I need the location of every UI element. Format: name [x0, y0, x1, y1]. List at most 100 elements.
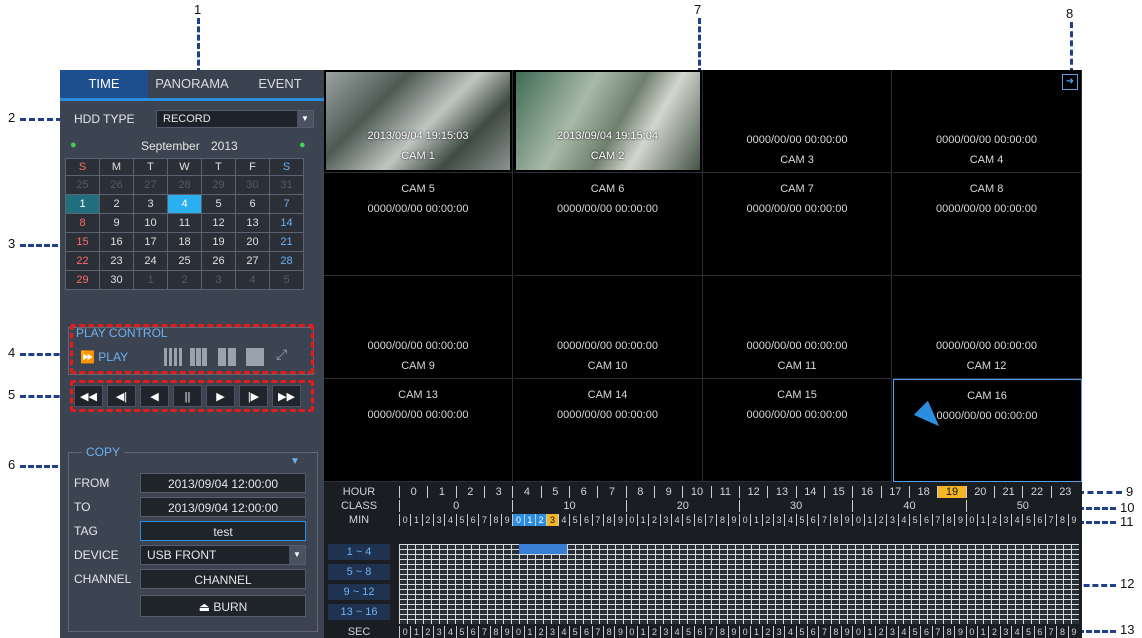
minute-cell[interactable]: 7 [818, 514, 829, 526]
second-cell[interactable]: 3 [659, 626, 671, 638]
tab-panorama[interactable]: PANORAMA [148, 70, 236, 98]
play-button[interactable]: ⏩ PLAY [80, 350, 128, 364]
second-cell[interactable]: 1 [863, 626, 875, 638]
calendar-day[interactable]: 30 [235, 175, 270, 195]
second-cell[interactable]: 5 [1022, 626, 1033, 638]
hour-cell[interactable]: 0 [399, 486, 427, 498]
tab-event[interactable]: EVENT [236, 70, 324, 98]
minute-cell[interactable]: 5 [795, 514, 807, 526]
hour-cell[interactable]: 7 [597, 486, 625, 498]
second-cell[interactable]: 7 [1045, 626, 1056, 638]
second-cell[interactable]: 4 [897, 626, 909, 638]
tag-input[interactable]: test [140, 521, 306, 541]
calendar-day[interactable]: 2 [167, 270, 202, 290]
second-cell[interactable]: 4 [557, 626, 569, 638]
minute-cell[interactable]: 5 [569, 514, 580, 526]
second-cell[interactable]: 3 [433, 626, 444, 638]
tab-time[interactable]: TIME [60, 70, 148, 98]
second-cell[interactable]: 7 [591, 626, 603, 638]
hour-cell[interactable]: 16 [852, 486, 880, 498]
minute-cell[interactable]: 4 [557, 514, 569, 526]
calendar-day[interactable]: 3 [133, 194, 168, 214]
minute-cell[interactable]: 2 [535, 514, 547, 526]
second-cell[interactable]: 9 [1067, 626, 1079, 638]
second-cell[interactable]: 4 [784, 626, 795, 638]
calendar-day[interactable]: 29 [201, 175, 236, 195]
hour-cell[interactable]: 6 [569, 486, 597, 498]
calendar-day[interactable]: 5 [269, 270, 304, 290]
layout-16-icon[interactable] [164, 348, 182, 366]
camera-cell[interactable]: 0000/00/00 00:00:00 CAM 3 [703, 70, 892, 173]
second-cell[interactable]: 9 [727, 626, 739, 638]
second-cell[interactable]: 2 [421, 626, 433, 638]
minute-cell[interactable]: 8 [943, 514, 954, 526]
second-cell[interactable]: 6 [920, 626, 931, 638]
camera-cell[interactable]: CAM 7 0000/00/00 00:00:00 [703, 173, 892, 276]
second-cell[interactable]: 8 [1056, 626, 1067, 638]
step-forward-button[interactable]: |▶ [239, 385, 268, 407]
calendar-day[interactable]: 16 [99, 232, 134, 252]
hour-cell[interactable]: 19 [937, 486, 966, 498]
from-field[interactable]: 2013/09/04 12:00:00 [140, 473, 306, 493]
calendar-day[interactable]: 28 [269, 251, 304, 271]
second-cell[interactable]: 2 [535, 626, 546, 638]
burn-button[interactable]: ⏏ BURN [140, 595, 306, 617]
recording-grid[interactable] [399, 544, 1079, 624]
second-cell[interactable]: 8 [829, 626, 841, 638]
hour-cell[interactable]: 22 [1022, 486, 1050, 498]
second-cell[interactable]: 6 [1033, 626, 1045, 638]
calendar-day[interactable]: 19 [201, 232, 236, 252]
minute-cell[interactable]: 6 [467, 514, 478, 526]
calendar-day[interactable]: 27 [133, 175, 168, 195]
minute-cell[interactable]: 1 [410, 514, 421, 526]
minute-cell[interactable]: 7 [478, 514, 489, 526]
calendar-day[interactable]: 22 [65, 251, 100, 271]
second-cell[interactable]: 7 [478, 626, 489, 638]
minute-cell[interactable]: 3 [886, 514, 897, 526]
minute-cell[interactable]: 1 [750, 514, 761, 526]
second-cell[interactable]: 0 [965, 626, 977, 638]
minute-cell[interactable]: 2 [875, 514, 886, 526]
calendar-day[interactable]: 26 [99, 175, 134, 195]
hour-cell[interactable]: 8 [625, 486, 654, 498]
minute-cell[interactable]: 9 [841, 514, 852, 526]
second-cell[interactable]: 1 [750, 626, 761, 638]
fast-forward-button[interactable]: ▶▶ [272, 385, 301, 407]
minute-cell[interactable]: 7 [1045, 514, 1056, 526]
channel-group-label[interactable]: 5 ~ 8 [328, 564, 390, 580]
camera-cell[interactable]: 2013/09/04 19:15:03 CAM 1 [324, 70, 513, 173]
class-cell[interactable]: 30 [739, 500, 852, 512]
minute-cell[interactable]: 7 [705, 514, 716, 526]
minute-cell[interactable]: 5 [455, 514, 467, 526]
hour-cell[interactable]: 1 [427, 486, 455, 498]
minute-cell[interactable]: 6 [807, 514, 818, 526]
class-cell[interactable]: 20 [625, 500, 739, 512]
calendar-day[interactable]: 3 [201, 270, 236, 290]
calendar-day[interactable]: 29 [65, 270, 100, 290]
minute-cell[interactable]: 9 [727, 514, 739, 526]
step-back-button[interactable]: ◀| [107, 385, 136, 407]
calendar-day[interactable]: 12 [201, 213, 236, 233]
second-cell[interactable]: 5 [795, 626, 807, 638]
minute-cell[interactable]: 5 [682, 514, 693, 526]
second-cell[interactable]: 0 [399, 626, 410, 638]
minute-cell[interactable]: 3 [773, 514, 784, 526]
hour-cell[interactable]: 10 [682, 486, 710, 498]
calendar-day[interactable]: 30 [99, 270, 134, 290]
second-cell[interactable]: 7 [931, 626, 943, 638]
second-cell[interactable]: 7 [705, 626, 716, 638]
minute-cell[interactable]: 2 [648, 514, 659, 526]
to-field[interactable]: 2013/09/04 12:00:00 [140, 497, 306, 517]
second-cell[interactable]: 3 [999, 626, 1011, 638]
minute-cell[interactable]: 1 [977, 514, 988, 526]
minute-cell[interactable]: 0 [625, 514, 637, 526]
camera-cell[interactable]: CAM 16 0000/00/00 00:00:00 [892, 379, 1082, 482]
minute-cell[interactable]: 3 [659, 514, 671, 526]
calendar-day[interactable]: 28 [167, 175, 202, 195]
calendar-day[interactable]: 1 [65, 194, 100, 214]
class-cell[interactable]: 10 [512, 500, 625, 512]
second-cell[interactable]: 8 [716, 626, 727, 638]
minute-cell[interactable]: 6 [580, 514, 591, 526]
minute-cell[interactable]: 6 [693, 514, 705, 526]
calendar-day[interactable]: 17 [133, 232, 168, 252]
